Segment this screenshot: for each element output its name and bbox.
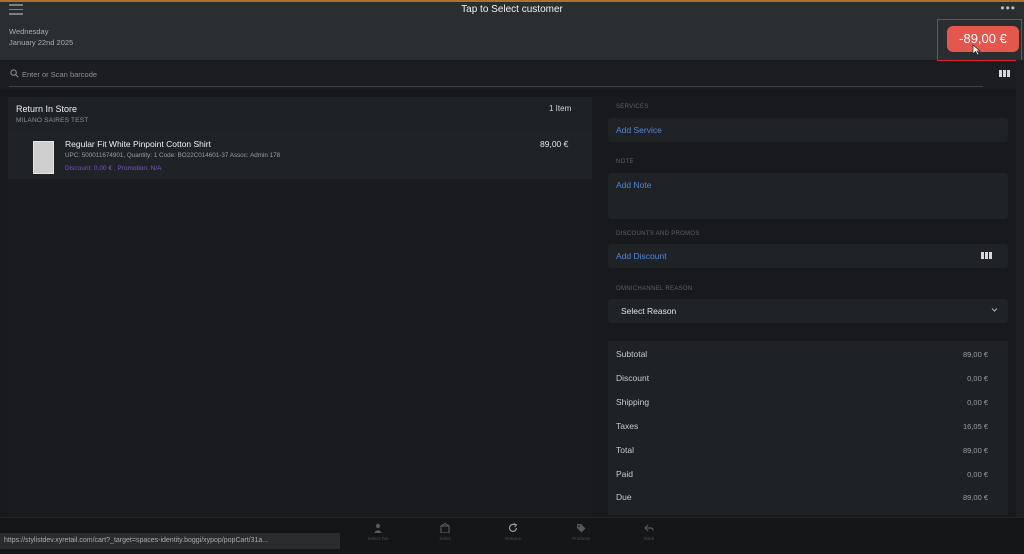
item-count: 1 Item [549,104,572,113]
discounts-card[interactable] [608,244,1008,268]
nav-back[interactable]: Back [627,520,671,550]
nav-label: Select Tab [367,536,389,541]
paid-label: Paid [616,469,634,479]
search-icon [10,69,19,78]
due-label: Due [616,492,632,502]
barcode-scan-icon[interactable] [981,252,992,259]
store-icon [440,523,450,533]
current-date: January 22nd 2025 [9,38,74,47]
nav-products[interactable]: Products [559,520,603,550]
shipping-value: 0,00 € [967,398,988,407]
right-edge-panel [1016,60,1024,554]
tag-icon [577,524,586,533]
due-value: 89,00 € [962,493,988,502]
total-label: Total [616,445,634,455]
barcode-search-input[interactable] [22,66,982,82]
nav-select-tab[interactable]: Select Tab [356,520,400,550]
subtotal-label: Subtotal [616,349,648,359]
discount-value: 0,00 € [967,374,988,383]
nav-returns[interactable]: Returns [491,520,535,550]
back-arrow-icon [644,524,654,532]
search-underline [9,86,983,87]
select-customer-title[interactable]: Tap to Select customer [0,4,1024,15]
pos-app: Tap to Select customer ••• Wednesday Jan… [0,0,1024,554]
return-header [8,97,592,131]
product-discount: Discount: 0,00 € , Promotion: N/A [65,165,162,172]
reason-select-value: Select Reason [621,306,677,316]
nav-label: Products [572,536,590,541]
discounts-label: DISCOUNTS AND PROMOS [616,231,700,237]
nav-label: Returns [505,536,521,541]
barcode-scan-icon[interactable] [999,70,1010,77]
add-note-link[interactable]: Add Note [616,180,651,190]
add-service-link[interactable]: Add Service [616,125,662,135]
product-details: UPC: 500011674901, Quantity: 1 Code: BO2… [65,152,281,159]
chevron-down-icon [991,308,998,312]
product-name: Regular Fit White Pinpoint Cotton Shirt [65,139,211,149]
mouse-cursor-icon [972,44,981,56]
taxes-value: 16,05 € [962,422,988,431]
services-label: SERVICES [616,104,649,110]
product-thumbnail [33,141,54,174]
totals-panel [608,341,1008,515]
total-value: 89,00 € [962,446,988,455]
person-icon [374,523,382,533]
product-price: 89,00 € [540,139,569,149]
subtotal-value: 89,00 € [962,350,988,359]
paid-value: 0,00 € [967,470,988,479]
note-card[interactable] [608,173,1008,219]
omnichannel-label: OMNICHANNEL REASON [616,286,693,292]
taxes-label: Taxes [616,421,639,431]
browser-status-url: https://stylistdev.xyretail.com/cart?_ta… [0,533,340,549]
services-card[interactable] [608,118,1008,142]
amount-due-button[interactable]: -89,00 € [947,26,1019,52]
refresh-icon [508,523,518,532]
note-label: NOTE [616,159,634,165]
discount-label: Discount [616,373,650,383]
shipping-label: Shipping [616,397,650,407]
nav-sales[interactable]: Sales [423,520,467,550]
nav-label: Sales [439,536,451,541]
add-discount-link[interactable]: Add Discount [616,251,667,261]
store-name: MILANO SAIRES TEST [16,117,89,124]
current-day: Wednesday [9,27,49,36]
nav-label: Back [643,536,654,541]
return-title: Return In Store [16,104,78,114]
ellipsis-icon[interactable]: ••• [1000,1,1016,15]
